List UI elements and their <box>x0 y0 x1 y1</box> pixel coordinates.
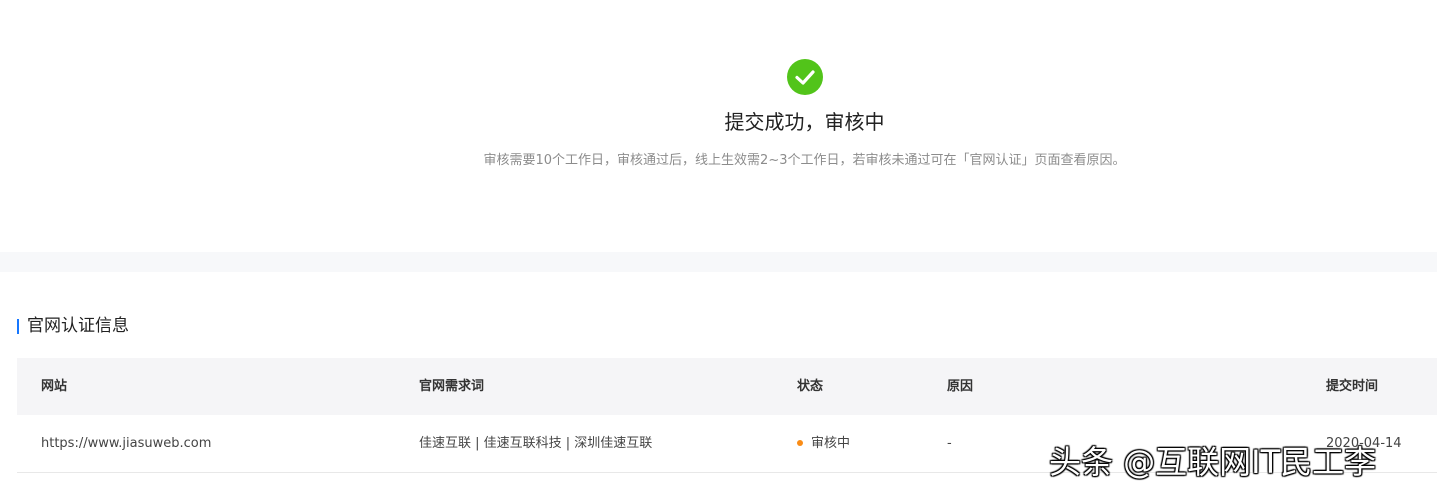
section-heading: 官网认证信息 <box>17 315 129 337</box>
status-text: 审核中 <box>811 436 851 451</box>
header-website: 网站 <box>41 379 68 394</box>
table-header: 网站 官网需求词 状态 原因 提交时间 <box>17 358 1437 415</box>
status-dot-icon <box>797 439 803 446</box>
watermark: 头条 @互联网IT民工李 <box>1049 443 1377 481</box>
check-circle-icon <box>787 59 823 95</box>
cell-reason: - <box>947 436 952 451</box>
section-heading-text: 官网认证信息 <box>27 316 129 336</box>
cell-keywords: 佳速互联 | 佳速互联科技 | 深圳佳速互联 <box>419 436 653 451</box>
header-status: 状态 <box>797 379 824 394</box>
header-submit-time: 提交时间 <box>1326 379 1379 394</box>
heading-accent-bar <box>17 318 19 334</box>
header-reason: 原因 <box>947 379 974 394</box>
result-panel: 提交成功，审核中 审核需要10个工作日，审核通过后，线上生效需2~3个工作日，若… <box>0 0 1437 252</box>
header-keywords: 官网需求词 <box>419 379 485 394</box>
section-divider <box>0 252 1437 272</box>
result-description: 审核需要10个工作日，审核通过后，线上生效需2~3个工作日，若审核未通过可在「官… <box>483 153 1126 168</box>
cell-website: https://www.jiasuweb.com <box>41 436 212 451</box>
cell-status: 审核中 <box>797 415 850 472</box>
result-title: 提交成功，审核中 <box>724 110 885 134</box>
